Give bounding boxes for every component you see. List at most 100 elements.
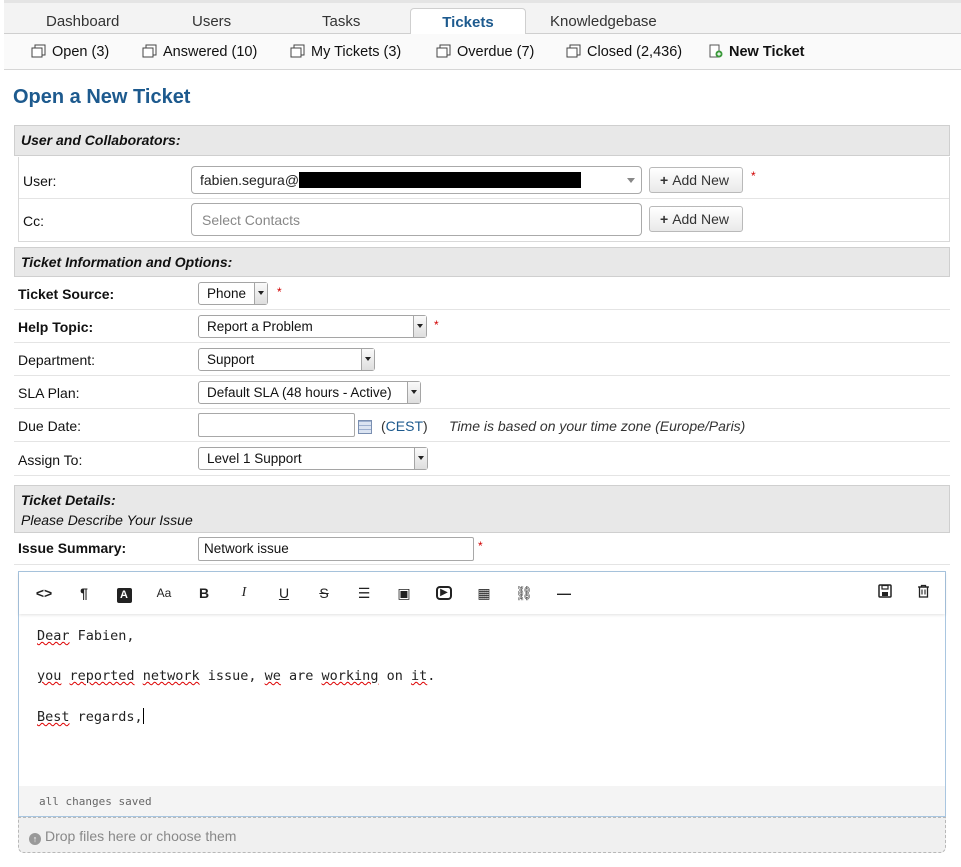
tab-dashboard[interactable]: Dashboard [46,13,119,30]
choose-files-link[interactable]: choose them [156,828,236,844]
bold-icon[interactable]: B [193,584,215,602]
select-value: Support [207,352,255,367]
image-icon[interactable]: ▣ [393,584,415,602]
ticket-details-subtitle: Please Describe Your Issue [21,512,193,528]
underline-icon[interactable]: U [273,584,295,602]
timezone-text: (CEST) [381,418,428,434]
department-label: Department: [18,352,96,368]
italic-icon[interactable]: I [233,584,255,602]
calendar-icon[interactable] [358,420,372,434]
editor-line: Dear Fabien, [37,628,927,644]
assign-to-label: Assign To: [18,452,83,468]
department-select[interactable]: Support [198,348,375,371]
list-icon[interactable]: ☰ [353,584,375,602]
editor-content[interactable]: Dear Fabien, you reported network issue,… [37,628,927,749]
text-run [61,668,69,684]
misspelled-word: we [264,668,281,684]
dropzone-text: Drop files here or [45,828,153,844]
issue-summary-input[interactable]: Network issue [198,537,474,561]
subnav-label: Overdue (7) [457,44,535,60]
chevron-down-icon [627,178,635,183]
chevron-down-icon [407,382,420,403]
html-icon[interactable]: <> [33,584,55,602]
copy-icon [290,44,305,62]
link-icon[interactable]: ⛓ [513,584,535,602]
add-new-user-button[interactable]: + Add New [649,167,743,193]
sla-plan-select[interactable]: Default SLA (48 hours - Active) [198,381,421,404]
timezone-link[interactable]: CEST [386,418,423,434]
redacted-block [299,172,582,188]
horizontal-rule-icon[interactable]: — [553,584,575,602]
row-due-date: Due Date: (CEST) Time is based on your t… [14,409,950,442]
chevron-down-icon [361,349,374,370]
help-topic-label: Help Topic: [18,319,94,335]
text-run: . [427,668,436,684]
misspelled-word: it [410,668,428,684]
font-color-icon[interactable]: A [113,584,135,603]
add-new-cc-button[interactable]: + Add New [649,206,743,232]
upload-icon: ↑ [29,833,41,845]
subnav-my-tickets[interactable]: My Tickets (3) [290,44,401,62]
user-email: fabien.segura@ [200,172,300,188]
misspelled-word: working [321,668,379,684]
assign-to-select[interactable]: Level 1 Support [198,447,428,470]
copy-icon [436,44,451,62]
ticket-info-header: Ticket Information and Options: [14,247,950,277]
save-draft-icon[interactable] [874,584,896,602]
plus-icon: + [660,211,669,227]
tab-tasks[interactable]: Tasks [322,13,360,30]
due-date-input[interactable] [198,413,355,437]
file-dropzone[interactable]: ↑ Drop files here or choose them [18,817,946,853]
row-ticket-source: Ticket Source: Phone * [14,277,950,310]
video-icon[interactable]: ▶ [433,584,455,602]
timezone-note: Time is based on your time zone (Europe/… [449,418,746,434]
delete-draft-icon[interactable] [912,584,934,602]
subnav-overdue[interactable]: Overdue (7) [436,44,534,62]
subnav-open[interactable]: Open (3) [31,44,109,62]
user-select[interactable]: fabien.segura@ [191,166,642,194]
user-panel: User: fabien.segura@ + Add New * Cc: Sele… [18,157,950,242]
subnav-answered[interactable]: Answered (10) [142,44,257,62]
strikethrough-icon[interactable]: S [313,584,335,602]
editor-line: Best regards, [37,708,927,725]
row-issue-summary: Issue Summary: Network issue * [14,533,950,565]
text-cursor [142,708,144,724]
text-run: issue, [199,668,265,684]
select-value: Default SLA (48 hours - Active) [207,385,392,400]
ticket-source-select[interactable]: Phone [198,282,268,305]
cc-contacts-input[interactable]: Select Contacts [191,203,642,236]
required-marker: * [751,169,756,183]
table-icon[interactable]: ▦ [473,584,495,602]
help-topic-select[interactable]: Report a Problem [198,315,427,338]
select-value: Level 1 Support [207,451,302,466]
subnav-closed[interactable]: Closed (2,436) [566,44,682,62]
row-assign-to: Assign To: Level 1 Support [14,442,950,476]
copy-icon [142,44,157,62]
paragraph-icon[interactable]: ¶ [73,584,95,602]
misspelled-word: Dear [37,628,70,644]
row-help-topic: Help Topic: Report a Problem * [14,310,950,343]
subnav-label: Closed (2,436) [587,44,683,60]
page-title: Open a New Ticket [13,86,191,108]
button-label: Add New [672,172,729,188]
new-ticket-icon [708,44,723,62]
ticket-details-header: Ticket Details: Please Describe Your Iss… [14,485,950,533]
subnav-label: My Tickets (3) [311,44,402,60]
chevron-down-icon [413,316,426,337]
subnav-label: Answered (10) [163,44,258,60]
select-value: Phone [207,286,247,301]
text-run [135,668,143,684]
subnav-label: Open (3) [52,44,110,60]
button-label: Add New [672,211,729,227]
subnav-new-ticket[interactable]: New Ticket [708,44,805,62]
ticket-source-label: Ticket Source: [18,286,115,302]
tab-users[interactable]: Users [192,13,231,30]
user-label: User: [23,173,57,189]
required-marker: * [478,539,483,553]
font-size-icon[interactable]: Aa [153,584,175,602]
font-color-glyph: A [116,588,132,603]
editor-toolbar: <> ¶ A Aa B I U S ☰ ▣ ▶ ▦ ⛓ — [19,572,945,614]
copy-icon [566,44,581,62]
misspelled-word: network [142,668,200,684]
tab-knowledgebase[interactable]: Knowledgebase [550,13,657,30]
